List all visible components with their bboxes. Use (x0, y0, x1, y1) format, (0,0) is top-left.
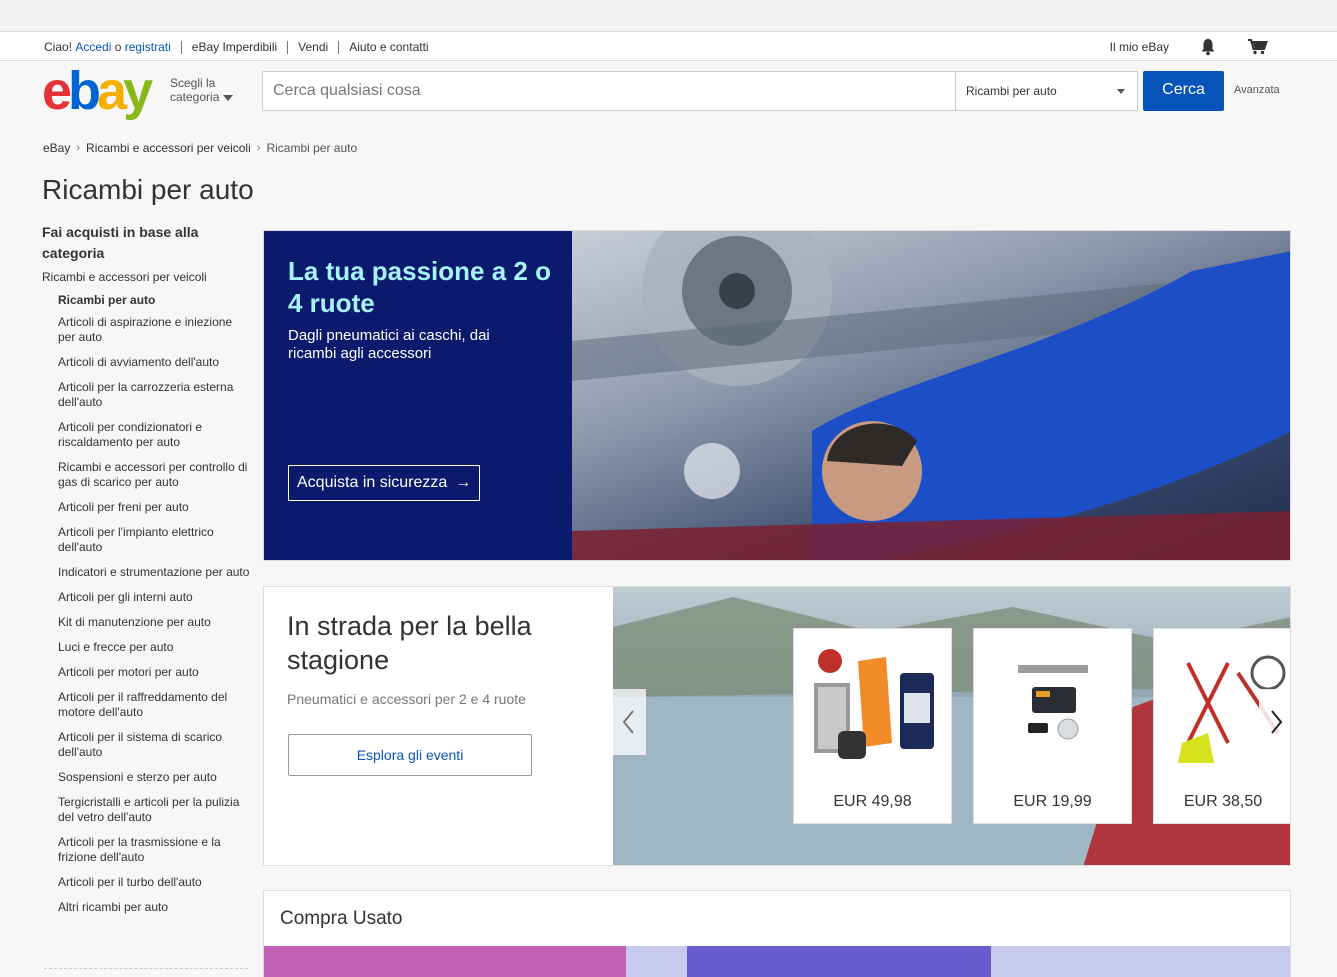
sidebar-item[interactable]: Tergicristalli e articoli per la pulizia… (42, 795, 252, 825)
sidebar-item[interactable]: Articoli per motori per auto (42, 665, 252, 680)
hero-text-panel: La tua passione a 2 o 4 ruote Dagli pneu… (264, 231, 572, 560)
sidebar-item[interactable]: Articoli di avviamento dell'auto (42, 355, 252, 370)
sidebar-item[interactable]: Articoli per il turbo dell'auto (42, 875, 252, 890)
search-category-select[interactable]: Ricambi per auto (955, 72, 1137, 110)
divider (180, 40, 182, 54)
advanced-search-link[interactable]: Avanzata (1234, 84, 1280, 96)
deals-link[interactable]: eBay Imperdibili (192, 40, 277, 54)
sidebar-item[interactable]: Articoli per gli interni auto (42, 590, 252, 605)
or-text: o (114, 40, 122, 54)
sidebar-item[interactable]: Articoli di aspirazione e iniezione per … (42, 315, 252, 345)
top-bar: Ciao! Accedi o registrati eBay Imperdibi… (0, 0, 1337, 62)
signin-link[interactable]: Accedi (75, 40, 111, 54)
sidebar-heading: Fai acquisti in base alla categoria (42, 224, 199, 261)
register-link[interactable]: registrati (125, 40, 171, 54)
used-tile[interactable] (264, 946, 626, 977)
carousel-next-button[interactable] (1259, 689, 1290, 755)
used-tile[interactable] (626, 946, 687, 977)
sidebar-item[interactable]: Ricambi e accessori per controllo di gas… (42, 460, 252, 490)
hero-banner[interactable]: La tua passione a 2 o 4 ruote Dagli pneu… (263, 230, 1291, 561)
sidebar-item[interactable]: Sospensioni e sterzo per auto (42, 770, 252, 785)
breadcrumb-item[interactable]: eBay (43, 141, 70, 155)
product-card[interactable]: EUR 49,98 (793, 628, 952, 824)
product-price: EUR 19,99 (1013, 793, 1092, 810)
divider (338, 40, 340, 54)
chevron-right-icon: › (76, 142, 81, 154)
sell-link[interactable]: Vendi (298, 40, 328, 54)
greeting-text: Ciao! (44, 40, 73, 54)
season-title: In strada per la bella stagione (287, 611, 532, 675)
sidebar-item[interactable]: Articoli per la trasmissione e la frizio… (42, 835, 252, 865)
sidebar-divider (44, 968, 248, 969)
explore-events-button[interactable]: Esplora gli eventi (288, 734, 532, 776)
sidebar-item[interactable]: Articoli per il sistema di scarico dell'… (42, 730, 252, 760)
global-nav-right: Il mio eBay (1110, 38, 1269, 56)
ebay-logo[interactable]: ebay (42, 64, 153, 118)
sidebar-item[interactable]: Articoli per la carrozzeria esterna dell… (42, 380, 252, 410)
sidebar-item[interactable]: Articoli per l'impianto elettrico dell'a… (42, 525, 252, 555)
product-price: EUR 49,98 (833, 793, 912, 810)
product-card[interactable]: EUR 19,99 (973, 628, 1132, 824)
my-ebay-link[interactable]: Il mio eBay (1110, 40, 1169, 54)
chevron-right-icon: › (256, 142, 261, 154)
breadcrumb-item[interactable]: Ricambi e accessori per veicoli (86, 141, 251, 155)
chevron-down-icon (1117, 89, 1125, 94)
cart-icon[interactable] (1247, 38, 1269, 56)
category-picker[interactable]: Scegli la categoria (170, 76, 234, 104)
sidebar-item[interactable]: Kit di manutenzione per auto (42, 615, 252, 630)
hero-title: La tua passione a 2 o 4 ruote (288, 256, 551, 318)
sidebar-item[interactable]: Articoli per freni per auto (42, 500, 252, 515)
hero-subtitle: Dagli pneumatici ai caschi, dai ricambi … (288, 327, 490, 362)
sidebar-item[interactable]: Articoli per il raffreddamento del motor… (42, 690, 252, 720)
sidebar-item[interactable]: Articoli per condizionatori e riscaldame… (42, 420, 252, 450)
divider (287, 40, 289, 54)
used-tile[interactable] (991, 946, 1290, 977)
product-price: EUR 38,50 (1183, 793, 1263, 810)
global-nav-left: Ciao! Accedi o registrati eBay Imperdibi… (44, 40, 429, 54)
lake-background-image: EUR 49,98 EUR 19,99 EUR 38,50 (613, 587, 1290, 865)
sidebar-item[interactable]: Altri ricambi per auto (42, 900, 252, 915)
arrow-right-icon: → (455, 474, 472, 491)
search-button[interactable]: Cerca (1143, 71, 1224, 111)
sidebar-current-category: Ricambi per auto (58, 293, 156, 307)
season-section: In strada per la bella stagione Pneumati… (263, 586, 1291, 866)
category-sidebar: Fai acquisti in base alla categoria Rica… (42, 222, 252, 925)
breadcrumb-current: Ricambi per auto (266, 141, 358, 155)
used-section-title: Compra Usato (280, 908, 403, 929)
used-tile[interactable] (687, 946, 991, 977)
breadcrumb: eBay › Ricambi e accessori per veicoli ›… (43, 141, 357, 155)
bell-icon[interactable] (1199, 38, 1221, 56)
chevron-down-icon (223, 94, 234, 101)
hero-cta-button[interactable]: Acquista in sicurezza → (288, 465, 481, 501)
carousel-prev-button[interactable] (613, 689, 646, 755)
browser-strip (0, 0, 1337, 31)
season-subtitle: Pneumatici e accessori per 2 e 4 ruote (287, 691, 526, 707)
sidebar-parent-link[interactable]: Ricambi e accessori per veicoli (42, 270, 252, 284)
help-link[interactable]: Aiuto e contatti (349, 40, 428, 54)
search-bar: Ricambi per auto (262, 71, 1138, 111)
sidebar-item[interactable]: Luci e frecce per auto (42, 640, 252, 655)
search-input[interactable] (263, 72, 955, 110)
page-title: Ricambi per auto (42, 174, 254, 205)
used-section: Compra Usato (263, 890, 1291, 977)
sidebar-item[interactable]: Indicatori e strumentazione per auto (42, 565, 252, 580)
obd-scanner-icon (988, 643, 1118, 763)
mechanic-image (572, 231, 1290, 560)
car-parts-kit-icon (808, 643, 938, 763)
global-nav: Ciao! Accedi o registrati eBay Imperdibi… (0, 31, 1337, 61)
